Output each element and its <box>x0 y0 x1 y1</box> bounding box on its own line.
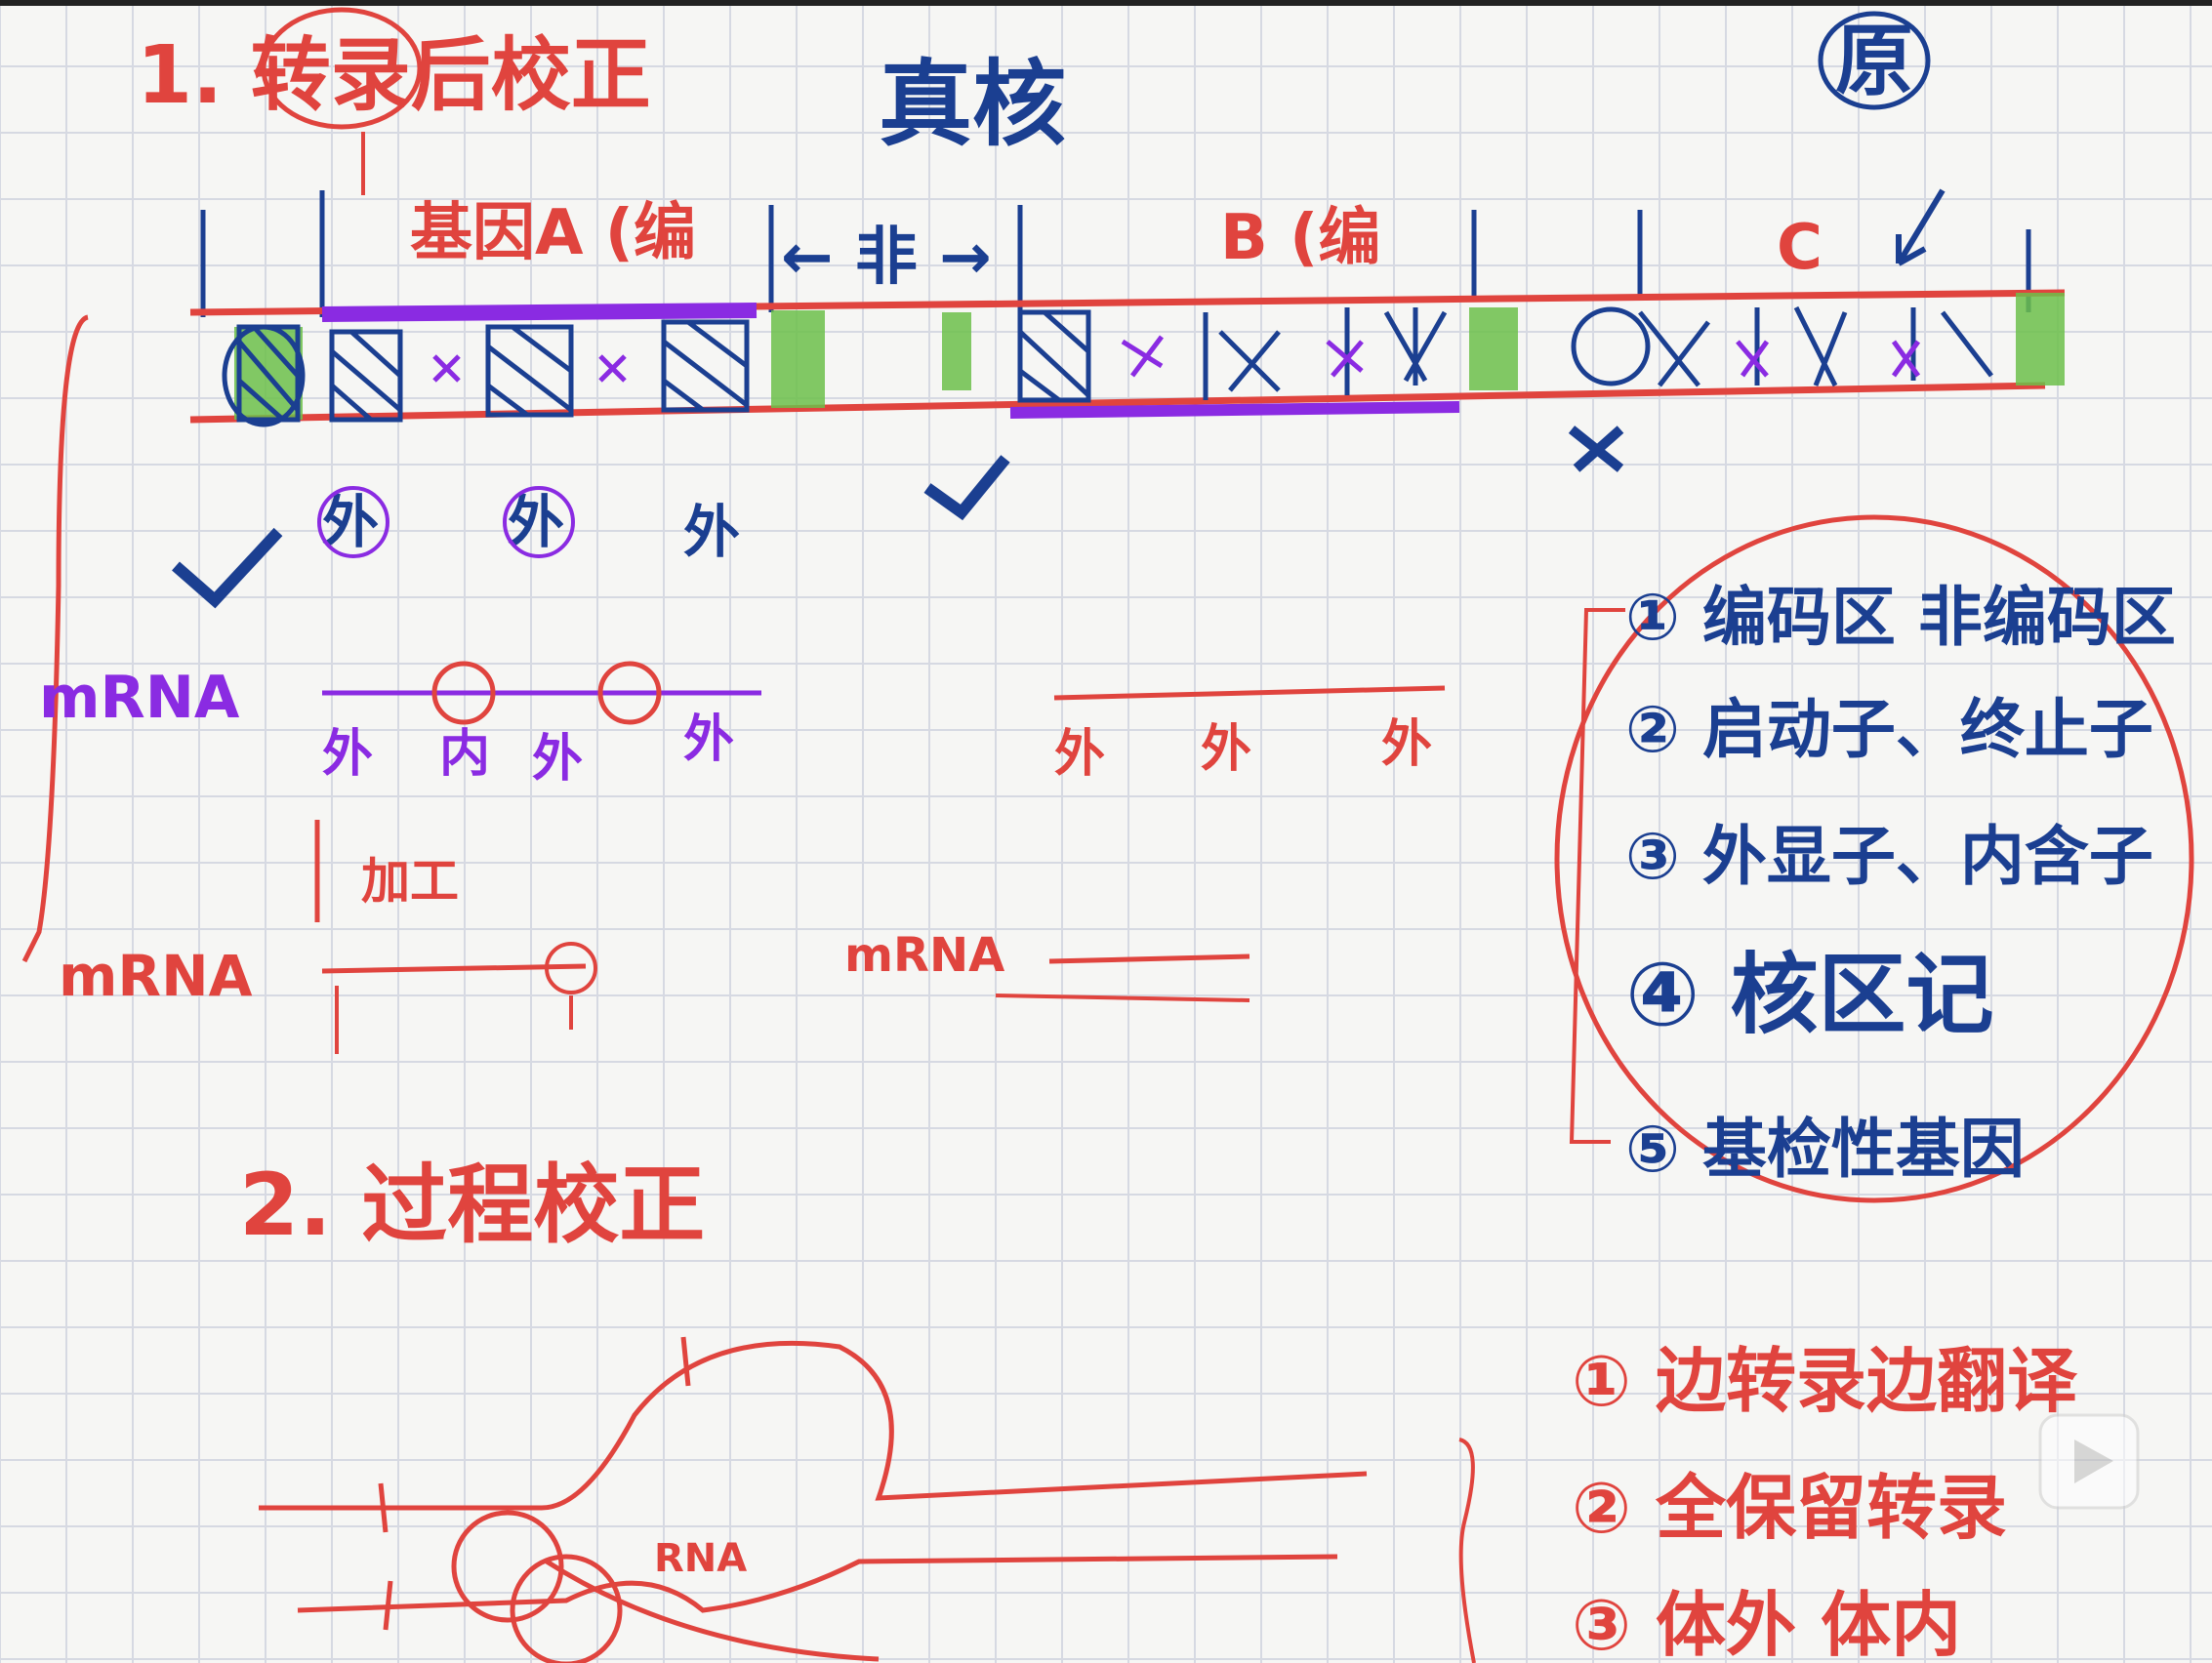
right-list-item-2: ② 启动子、终止子 <box>1625 692 2153 767</box>
noncoding-label: ← 非 → <box>781 222 992 294</box>
dna-strip <box>189 289 2066 424</box>
mrna-red-label: mRNA <box>59 943 253 1009</box>
right-list-2-item-2: ② 全保留转录 <box>1572 1467 2007 1549</box>
notebook-page: 1. 转录后校正 真核 原 基因A (编 ← 非 → B (编 C 外 外 外 … <box>0 0 2212 1663</box>
left-bracket <box>21 314 89 963</box>
intron-marks <box>432 335 1921 383</box>
transcription-bubble <box>259 1336 1368 1663</box>
svg-text:内: 内 <box>439 725 490 784</box>
checkmark-1 <box>172 527 283 609</box>
svg-text:外: 外 <box>1201 720 1251 779</box>
mrna-purple-label: mRNA <box>39 664 240 732</box>
mrna-a-labels: 外 内 外 外 <box>322 710 734 789</box>
arrow-c <box>1896 188 1946 266</box>
heading-center: 真核 <box>879 50 1066 159</box>
right-list-item-3: ③ 外显子、内含子 <box>1625 819 2153 894</box>
heading-right: 原 <box>1835 16 1913 106</box>
gene-c-label: C <box>1777 212 1823 284</box>
svg-text:外: 外 <box>1054 725 1105 784</box>
right-list-2-item-3: ③ 体外 体内 <box>1572 1584 1961 1663</box>
processing-label: 加工 <box>361 853 459 910</box>
right-list-item-4: ④ 核区记 <box>1625 944 1994 1046</box>
svg-text:外: 外 <box>322 725 373 784</box>
handwritten-diagram: 1. 转录后校正 真核 原 基因A (编 ← 非 → B (编 C 外 外 外 … <box>0 0 2212 1663</box>
mrna-b-line <box>1053 685 1446 701</box>
svg-text:外: 外 <box>1381 715 1432 774</box>
rna-label: RNA <box>654 1536 747 1581</box>
top-edge <box>0 0 2212 6</box>
right-list-item-1: ① 编码区 非编码区 <box>1625 580 2176 655</box>
svg-text:外: 外 <box>532 730 583 789</box>
heading-1: 1. 转录后校正 <box>137 29 651 122</box>
mrna-b-labels: 外 外 外 <box>1054 715 1432 784</box>
x-mark <box>1568 426 1624 472</box>
exon-label-3: 外 <box>683 499 740 565</box>
play-icon[interactable] <box>2038 1413 2140 1510</box>
checkmark-2 <box>923 455 1010 521</box>
right-list-2-bracket <box>1458 1438 1476 1663</box>
svg-text:外: 外 <box>683 710 734 769</box>
right-list-item-5: ⑤ 基检性基因 <box>1625 1112 2025 1187</box>
right-list-2-item-1: ① 边转录边翻译 <box>1572 1340 2078 1422</box>
heading-2: 2. 过程校正 <box>239 1155 705 1255</box>
mrna-small-label: mRNA <box>844 928 1004 983</box>
gene-a-label: 基因A (编 <box>410 197 696 269</box>
gene-b-label: B (编 <box>1220 202 1380 274</box>
right-list: ① 编码区 非编码区 ② 启动子、终止子 ③ 外显子、内含子 ④ 核区记 ⑤ 基… <box>1625 580 2176 1187</box>
right-list-2: ① 边转录边翻译 ② 全保留转录 ③ 体外 体内 <box>1572 1340 2078 1663</box>
